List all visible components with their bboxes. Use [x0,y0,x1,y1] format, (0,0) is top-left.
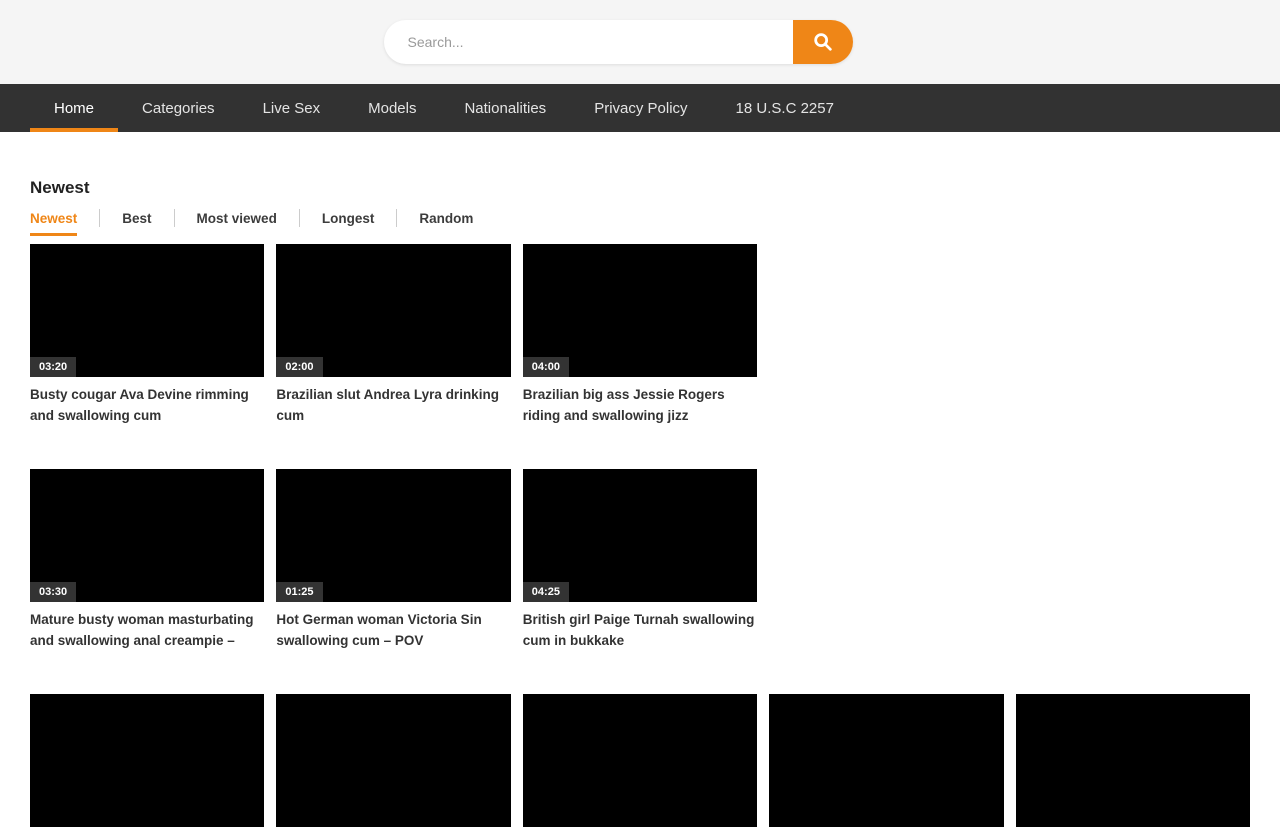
video-thumbnail[interactable]: 01:25 [276,469,510,602]
nav-item-categories[interactable]: Categories [118,84,239,132]
video-thumbnail[interactable]: 04:00 [523,244,757,377]
video-card: 03:30 Mature busty woman masturbating an… [30,469,264,651]
video-thumbnail[interactable]: 03:20 [30,244,264,377]
video-card: 01:25 Hot German woman Victoria Sin swal… [276,469,510,651]
duration-badge: 03:20 [30,357,76,377]
main-nav: Home Categories Live Sex Models National… [0,84,1280,132]
tab-longest[interactable]: Longest [322,211,375,236]
video-title-link[interactable]: Hot German woman Victoria Sin swallowing… [276,609,510,651]
search-button[interactable] [793,20,853,64]
video-thumbnail[interactable] [523,694,757,827]
video-card: 04:00 Brazilian big ass Jessie Rogers ri… [523,244,757,426]
nav-item-privacy-policy[interactable]: Privacy Policy [570,84,711,132]
video-title-link[interactable]: Brazilian slut Andrea Lyra drinking cum [276,384,510,426]
tab-divider [99,209,100,227]
search-bar [384,20,853,64]
video-thumbnail[interactable] [1016,694,1250,827]
video-card [1016,694,1250,827]
video-card [523,694,757,827]
nav-item-live-sex[interactable]: Live Sex [239,84,345,132]
video-thumbnail[interactable]: 04:25 [523,469,757,602]
sort-tabs: Newest Best Most viewed Longest Random [30,209,1250,236]
video-grid: 03:20 Busty cougar Ava Devine rimming an… [30,244,1250,827]
video-row [30,694,1250,827]
video-card: 02:00 Brazilian slut Andrea Lyra drinkin… [276,244,510,426]
duration-badge: 02:00 [276,357,322,377]
video-thumbnail[interactable] [769,694,1003,827]
tab-most-viewed[interactable]: Most viewed [197,211,277,236]
tab-best[interactable]: Best [122,211,151,236]
video-title-link[interactable]: Mature busty woman masturbating and swal… [30,609,264,651]
video-thumbnail[interactable] [30,694,264,827]
page-title: Newest [30,178,1250,198]
video-title-link[interactable]: Brazilian big ass Jessie Rogers riding a… [523,384,757,426]
video-card: 03:20 Busty cougar Ava Devine rimming an… [30,244,264,426]
nav-item-2257[interactable]: 18 U.S.C 2257 [712,84,858,132]
tab-divider [299,209,300,227]
video-row: 03:20 Busty cougar Ava Devine rimming an… [30,244,1250,426]
video-thumbnail[interactable]: 03:30 [30,469,264,602]
duration-badge: 03:30 [30,582,76,602]
nav-item-nationalities[interactable]: Nationalities [440,84,570,132]
video-row: 03:30 Mature busty woman masturbating an… [30,469,1250,651]
search-icon [812,31,834,53]
search-header [0,0,1280,84]
tab-divider [396,209,397,227]
video-card [30,694,264,827]
video-title-link[interactable]: Busty cougar Ava Devine rimming and swal… [30,384,264,426]
tab-newest[interactable]: Newest [30,211,77,236]
main-content: Newest Newest Best Most viewed Longest R… [30,178,1250,827]
nav-item-models[interactable]: Models [344,84,440,132]
duration-badge: 01:25 [276,582,322,602]
tab-random[interactable]: Random [419,211,473,236]
video-card [276,694,510,827]
tab-divider [174,209,175,227]
video-thumbnail[interactable]: 02:00 [276,244,510,377]
duration-badge: 04:25 [523,582,569,602]
video-thumbnail[interactable] [276,694,510,827]
video-card [769,694,1003,827]
duration-badge: 04:00 [523,357,569,377]
video-title-link[interactable]: British girl Paige Turnah swallowing cum… [523,609,757,651]
video-card: 04:25 British girl Paige Turnah swallowi… [523,469,757,651]
search-input[interactable] [384,20,793,64]
nav-item-home[interactable]: Home [30,84,118,132]
